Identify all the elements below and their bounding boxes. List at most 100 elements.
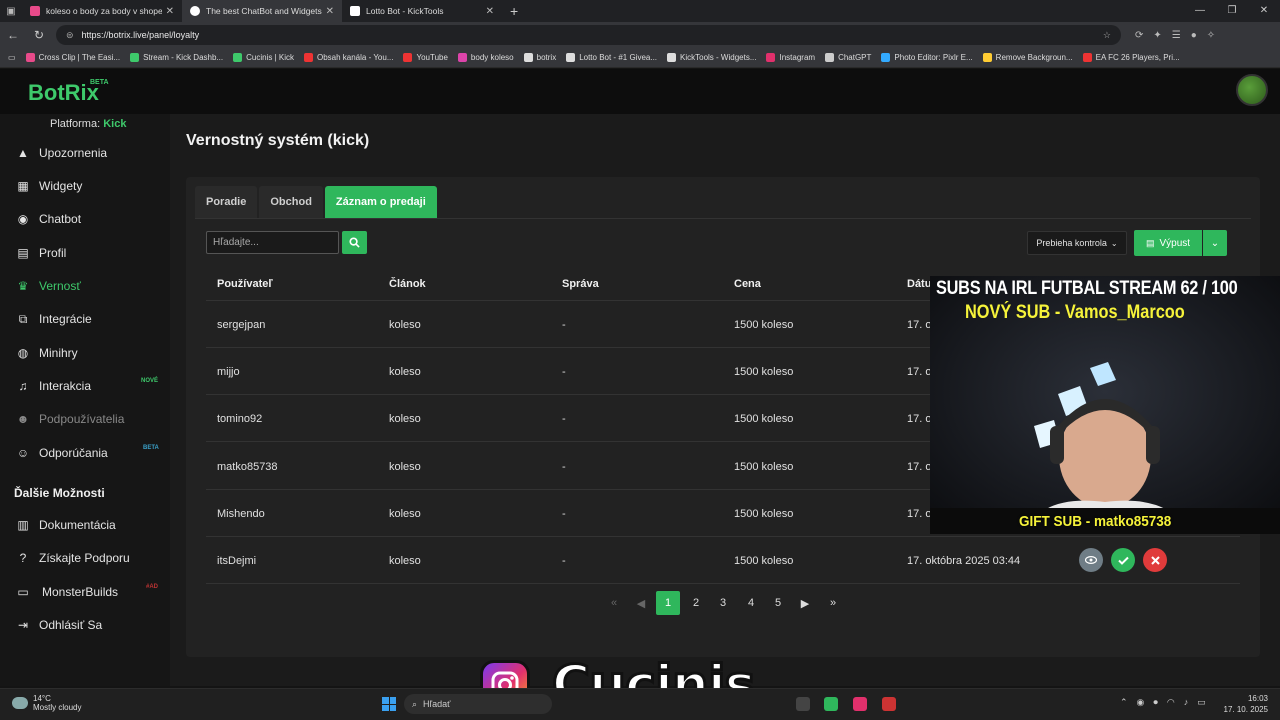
bookmark-item[interactable]: YouTube <box>403 53 448 62</box>
sidebar-item-widgety[interactable]: ▦ Widgety <box>16 179 82 193</box>
sidebar-item-label: Minihry <box>39 346 78 360</box>
bookmark-item[interactable]: KickTools - Widgets... <box>667 53 756 62</box>
bookmarks-menu-icon[interactable]: ▭ <box>8 53 16 62</box>
extension-icon[interactable]: ⟳ <box>1135 30 1143 41</box>
user-avatar[interactable] <box>1236 74 1268 106</box>
next-page-icon[interactable]: ▶ <box>793 591 817 615</box>
bookmark-item[interactable]: Cucinis | Kick <box>233 53 294 62</box>
bookmark-label: botrix <box>536 53 557 62</box>
bookmark-item[interactable]: Photo Editor: Pixlr E... <box>881 53 973 62</box>
sidebar-item-podpora[interactable]: ? Získajte Podporu <box>16 551 130 565</box>
sidebar-item-label: Widgety <box>39 179 83 193</box>
browser-tab-active[interactable]: The best ChatBot and Widgets fo ✕ <box>182 0 342 22</box>
sidebar-toggle-icon[interactable]: ▣ <box>0 0 22 22</box>
app-icon[interactable] <box>824 697 838 711</box>
sidebar-item-dokumentacia[interactable]: ▥ Dokumentácia <box>16 518 115 532</box>
bookmark-item[interactable]: Instagram <box>766 53 815 62</box>
column-header-price[interactable]: Cena <box>734 278 761 290</box>
status-filter-dropdown[interactable]: Prebieha kontrola ⌄ <box>1027 231 1127 255</box>
steam-icon[interactable] <box>796 697 810 711</box>
first-page-icon[interactable]: « <box>602 591 626 615</box>
sidebar-item-label: Odhlásiť Sa <box>39 618 103 632</box>
search-input[interactable] <box>206 231 339 254</box>
prev-page-icon[interactable]: ◀ <box>629 591 653 615</box>
weather-widget[interactable]: 14°C Mostly cloudy <box>12 694 81 712</box>
app-logo[interactable]: BotRix <box>28 80 99 106</box>
wifi-icon[interactable]: ◠ <box>1167 697 1175 708</box>
column-header-user[interactable]: Používateľ <box>217 278 273 290</box>
sidebar-item-odhlasit[interactable]: ⇥ Odhlásiť Sa <box>16 618 102 632</box>
app-icon[interactable] <box>882 697 896 711</box>
cell-user: Mishendo <box>217 507 265 520</box>
bookmark-item[interactable]: botrix <box>523 53 557 62</box>
bookmark-item[interactable]: EA FC 26 Players, Pri... <box>1082 53 1180 62</box>
tiktok-icon[interactable] <box>853 697 867 711</box>
column-header-item[interactable]: Článok <box>389 278 426 290</box>
reload-icon[interactable]: ↻ <box>26 28 52 42</box>
taskbar-clock[interactable]: 16:03 17. 10. 2025 <box>1222 693 1268 715</box>
page-3[interactable]: 3 <box>711 591 735 615</box>
close-tab-icon[interactable]: ✕ <box>166 6 174 17</box>
bookmark-item[interactable]: Stream - Kick Dashb... <box>130 53 223 62</box>
profile-icon[interactable]: ● <box>1191 30 1197 41</box>
restore-icon[interactable]: ❐ <box>1216 0 1248 22</box>
sidebar-item-upozornenia[interactable]: ▲ Upozornenia <box>16 146 107 160</box>
close-tab-icon[interactable]: ✕ <box>326 6 334 17</box>
bookmark-item[interactable]: body koleso <box>457 53 514 62</box>
tab-zaznam-o-predaji[interactable]: Záznam o predaji <box>324 186 437 218</box>
sidebar-item-minihry[interactable]: ◍ Minihry <box>16 346 78 360</box>
browser-tab[interactable]: Lotto Bot - KickTools ✕ <box>342 0 502 22</box>
volume-icon[interactable]: ♪ <box>1184 697 1189 708</box>
bookmark-item[interactable]: Cross Clip | The Easi... <box>25 53 120 62</box>
search-button[interactable] <box>342 231 367 254</box>
sidebar-item-profil[interactable]: ▤ Profil <box>16 246 66 260</box>
bookmark-item[interactable]: Obsah kanála - You... <box>303 53 393 62</box>
bookmark-star-icon[interactable]: ☆ <box>1103 30 1111 41</box>
chevron-up-icon[interactable]: ⌃ <box>1120 697 1128 708</box>
id-card-icon: ▤ <box>17 246 29 260</box>
tab-poradie[interactable]: Poradie <box>195 186 258 218</box>
approve-button[interactable] <box>1111 548 1135 572</box>
bookmark-item[interactable]: Remove Backgroun... <box>982 53 1073 62</box>
network-icon[interactable]: ◉ <box>1137 697 1145 708</box>
close-tab-icon[interactable]: ✕ <box>486 6 494 17</box>
new-tab-icon[interactable]: + <box>510 3 518 19</box>
mic-icon[interactable]: ⏺ <box>1153 697 1158 708</box>
bookmark-item[interactable]: ChatGPT <box>825 53 871 62</box>
sidebar-item-vernost[interactable]: ♛ Vernosť <box>16 279 81 293</box>
tab-obchod[interactable]: Obchod <box>259 186 323 218</box>
export-button[interactable]: ▤ Výpust <box>1134 230 1202 256</box>
sidebar-item-integracie[interactable]: ⧉ Integrácie <box>16 312 92 327</box>
cell-item: koleso <box>389 507 421 520</box>
extensions-puzzle-icon[interactable]: ✦ <box>1153 30 1161 41</box>
back-icon[interactable]: ← <box>0 28 26 42</box>
last-page-icon[interactable]: » <box>821 591 845 615</box>
sidebar-item-monsterbuilds[interactable]: ▭ MonsterBuilds <box>16 585 118 599</box>
export-dropdown-button[interactable]: ⌄ <box>1203 230 1227 256</box>
browser-tab[interactable]: koleso o body za body v shope ✕ <box>22 0 182 22</box>
sidebar-item-odporucania[interactable]: ☺ Odporúčania <box>16 446 108 460</box>
gemini-icon[interactable]: ✧ <box>1207 30 1215 41</box>
page-4[interactable]: 4 <box>739 591 763 615</box>
sidebar-item-podpouzivatelia[interactable]: ☻ Podpoužívatelia <box>16 412 125 426</box>
sidebar-item-chatbot[interactable]: ◉ Chatbot <box>16 212 81 226</box>
page-1[interactable]: 1 <box>656 591 680 615</box>
column-header-message[interactable]: Správa <box>562 278 599 290</box>
page-2[interactable]: 2 <box>684 591 708 615</box>
reading-list-icon[interactable]: ☰ <box>1172 30 1181 41</box>
column-header-date[interactable]: Dátu <box>907 278 931 290</box>
taskbar-search[interactable]: ⌕ Hľadať <box>404 694 552 714</box>
view-button[interactable] <box>1079 548 1103 572</box>
reject-button[interactable] <box>1143 548 1167 572</box>
start-button-icon[interactable] <box>382 697 396 711</box>
url-field[interactable]: ⊜ https://botrix.live/panel/loyalty ☆ <box>56 25 1121 45</box>
minimize-icon[interactable]: — <box>1184 0 1216 22</box>
site-info-icon[interactable]: ⊜ <box>66 30 74 41</box>
sidebar-item-interakcia[interactable]: ♫ Interakcia <box>16 379 92 393</box>
battery-icon[interactable]: ▭ <box>1197 697 1206 708</box>
cell-message: - <box>562 366 566 379</box>
bookmark-label: Stream - Kick Dashb... <box>143 53 224 62</box>
bookmark-item[interactable]: Lotto Bot - #1 Givea... <box>566 53 657 62</box>
page-5[interactable]: 5 <box>766 591 790 615</box>
close-window-icon[interactable]: ✕ <box>1248 0 1280 22</box>
